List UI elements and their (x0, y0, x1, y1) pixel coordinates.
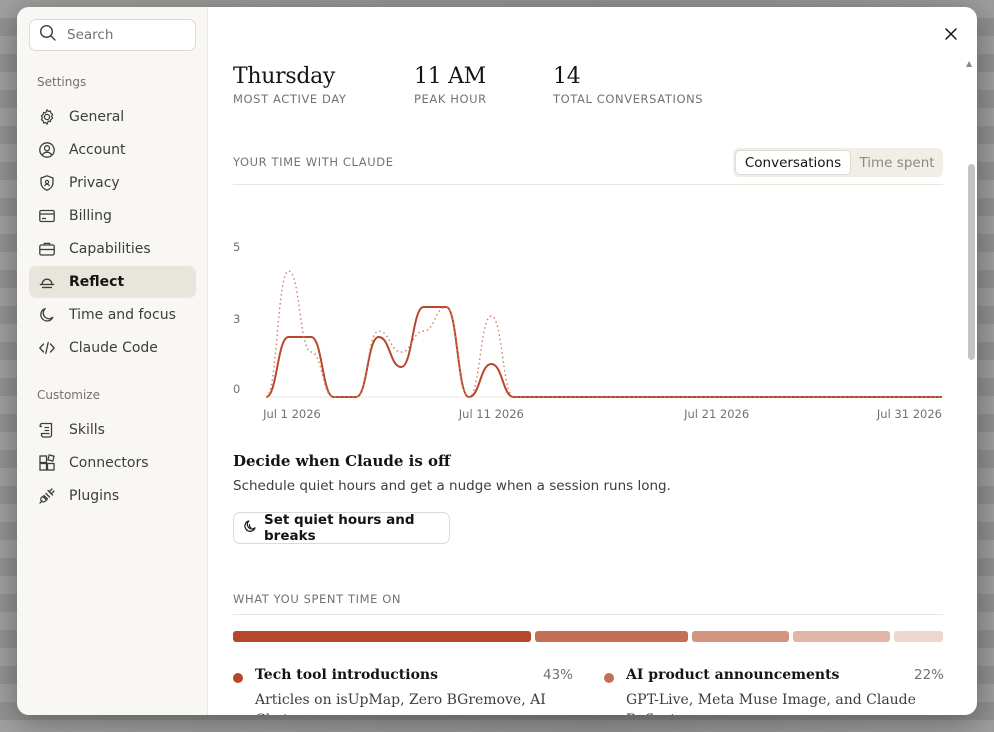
stat-label: MOST ACTIVE DAY (233, 92, 347, 106)
sidebar-item-account[interactable]: Account (29, 134, 196, 166)
search-input[interactable] (67, 27, 187, 43)
sidebar-item-time-and-focus[interactable]: Time and focus (29, 299, 196, 331)
settings-modal: Settings General Account Privacy Billing… (17, 7, 977, 715)
stat-most-active-day: Thursday MOST ACTIVE DAY (233, 64, 347, 106)
blocks-icon (38, 454, 56, 472)
settings-section-label: Settings (37, 75, 87, 89)
set-quiet-hours-label: Set quiet hours and breaks (264, 512, 415, 544)
briefcase-icon (38, 240, 56, 258)
stat-label: TOTAL CONVERSATIONS (553, 92, 704, 106)
decide-description: Schedule quiet hours and get a nudge whe… (233, 478, 671, 494)
reflect-content: ▲ Thursday MOST ACTIVE DAY 11 AM PEAK HO… (208, 7, 977, 715)
topic-name: AI product announcements (626, 667, 840, 683)
topic-distribution-bar (233, 631, 943, 642)
sidebar-item-label: Skills (69, 422, 105, 438)
topic-percent: 43% (542, 667, 573, 683)
card-icon (38, 207, 56, 225)
stat-label: PEAK HOUR (414, 92, 487, 106)
series-line-solid (265, 306, 942, 398)
x-tick-label: Jul 31 2026 (876, 407, 942, 421)
moon-icon (38, 306, 56, 324)
scroll-up-arrow[interactable]: ▲ (966, 59, 974, 68)
sidebar-item-capabilities[interactable]: Capabilities (29, 233, 196, 265)
user-circle-icon (38, 141, 56, 159)
divider (233, 184, 943, 185)
sidebar-item-connectors[interactable]: Connectors (29, 447, 196, 479)
sidebar-item-reflect[interactable]: Reflect (29, 266, 196, 298)
stat-peak-hour: 11 AM PEAK HOUR (414, 64, 487, 106)
sidebar-item-billing[interactable]: Billing (29, 200, 196, 232)
close-button[interactable] (941, 25, 961, 45)
customize-section-label: Customize (37, 388, 100, 402)
chart-mode-toggle: Conversations Time spent (733, 148, 943, 177)
search-box[interactable] (29, 19, 196, 51)
y-tick-label: 5 (233, 240, 240, 254)
sidebar-item-label: Connectors (69, 455, 149, 471)
shield-icon (38, 174, 56, 192)
topic-description: GPT-Live, Meta Muse Image, and Claude Re… (626, 692, 916, 715)
bar-segment[interactable] (894, 631, 943, 642)
bar-segment[interactable] (233, 631, 532, 642)
sidebar-item-label: Capabilities (69, 241, 151, 257)
set-quiet-hours-button[interactable]: Set quiet hours and breaks (233, 512, 450, 544)
divider (233, 614, 943, 615)
close-icon (944, 26, 958, 45)
gear-icon (38, 108, 56, 126)
sidebar-item-label: Billing (69, 208, 112, 224)
sidebar-item-label: Privacy (69, 175, 120, 191)
sunset-icon (38, 273, 56, 291)
sidebar-item-general[interactable]: General (29, 101, 196, 133)
bar-segment[interactable] (692, 631, 790, 642)
toggle-conversations[interactable]: Conversations (735, 150, 851, 175)
plug-icon (38, 487, 56, 505)
y-tick-label: 0 (233, 382, 240, 396)
sidebar-item-label: General (69, 109, 125, 125)
settings-sidebar: Settings General Account Privacy Billing… (17, 7, 208, 715)
topic-percent: 22% (913, 667, 944, 683)
time-section-heading: YOUR TIME WITH CLAUDE (233, 155, 394, 169)
topic-name: Tech tool introductions (255, 667, 438, 683)
topic-color-dot (604, 673, 614, 683)
spent-section-heading: WHAT YOU SPENT TIME ON (233, 592, 402, 606)
x-tick-label: Jul 1 2026 (262, 407, 321, 421)
sidebar-item-label: Claude Code (69, 340, 158, 356)
conversations-chart: 0 3 5 Jul 1 2026 Jul 11 2026 Jul 21 2026 Jul 3… (233, 240, 942, 421)
bar-segment[interactable] (535, 631, 689, 642)
topic-description: Articles on isUpMap, Zero BGremove, AI C… (255, 692, 546, 715)
scroll-icon (38, 421, 56, 439)
x-tick-label: Jul 11 2026 (458, 407, 524, 421)
sidebar-item-label: Plugins (69, 488, 120, 504)
y-tick-label: 3 (233, 312, 240, 326)
search-icon (39, 24, 57, 46)
stat-value: 11 AM (414, 64, 486, 89)
sidebar-item-label: Account (69, 142, 126, 158)
decide-title: Decide when Claude is off (233, 452, 451, 470)
stat-value: 14 (553, 64, 581, 89)
series-line-dotted (265, 270, 942, 398)
sidebar-item-plugins[interactable]: Plugins (29, 480, 196, 512)
stat-value: Thursday (233, 64, 336, 89)
sidebar-item-privacy[interactable]: Privacy (29, 167, 196, 199)
sidebar-item-label: Reflect (69, 274, 125, 290)
topic-color-dot (233, 673, 243, 683)
code-icon (38, 339, 56, 357)
sidebar-item-claude-code[interactable]: Claude Code (29, 332, 196, 364)
sidebar-item-skills[interactable]: Skills (29, 414, 196, 446)
moon-clock-icon (243, 519, 257, 537)
bar-segment[interactable] (793, 631, 891, 642)
stat-total-conversations: 14 TOTAL CONVERSATIONS (553, 64, 703, 106)
toggle-time-spent[interactable]: Time spent (853, 150, 941, 175)
sidebar-item-label: Time and focus (69, 307, 176, 323)
x-tick-label: Jul 21 2026 (683, 407, 749, 421)
